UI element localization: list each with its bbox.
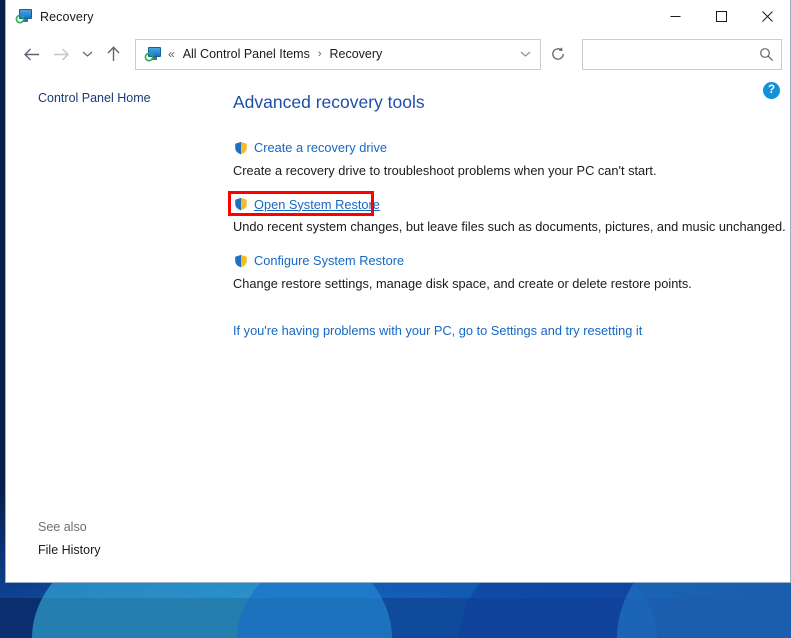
back-arrow-icon [23, 47, 40, 62]
title-bar: Recovery [6, 0, 790, 33]
task-configure-system-restore: Configure System Restore Change restore … [233, 252, 790, 291]
refresh-icon [550, 46, 566, 62]
forward-button[interactable] [46, 39, 76, 69]
task-link-row[interactable]: Configure System Restore [233, 252, 406, 269]
close-icon [762, 11, 773, 22]
breadcrumb[interactable]: « All Control Panel Items › Recovery [136, 45, 510, 63]
task-create-a-recovery-drive: Create a recovery drive Create a recover… [233, 139, 790, 178]
refresh-arrow-glyph [15, 14, 25, 24]
maximize-icon [716, 11, 727, 22]
task-link[interactable]: Open System Restore [254, 197, 380, 212]
minimize-button[interactable] [652, 0, 698, 33]
sidebar-item-control-panel-home[interactable]: Control Panel Home [6, 88, 228, 108]
search-input[interactable] [583, 47, 751, 61]
breadcrumb-item-recovery[interactable]: Recovery [327, 45, 386, 63]
task-description: Change restore settings, manage disk spa… [233, 276, 790, 291]
caption-buttons [652, 0, 790, 33]
close-button[interactable] [744, 0, 790, 33]
search-icon[interactable] [751, 47, 781, 62]
recovery-window: Recovery [5, 0, 791, 583]
magnifier-glyph [759, 47, 774, 62]
refresh-arrow-glyph [144, 52, 154, 62]
forward-arrow-icon [53, 47, 70, 62]
sidebar-item-file-history[interactable]: File History [6, 543, 228, 557]
chevron-down-icon [82, 50, 93, 58]
content-area: Control Panel Home See also File History… [6, 75, 790, 583]
task-open-system-restore: Open System Restore Undo recent system c… [233, 196, 790, 235]
chevron-down-icon [520, 50, 531, 58]
page-title: Advanced recovery tools [233, 92, 790, 113]
shield-icon [234, 141, 248, 155]
see-also-section: See also File History [6, 520, 228, 557]
task-description: Create a recovery drive to troubleshoot … [233, 163, 790, 178]
shield-icon [234, 254, 248, 268]
reset-pc-link[interactable]: If you're having problems with your PC, … [233, 323, 642, 338]
address-dropdown-button[interactable] [510, 40, 540, 69]
up-button[interactable] [98, 39, 128, 69]
see-also-label: See also [6, 520, 228, 543]
breadcrumb-separator[interactable]: › [313, 48, 327, 60]
task-link-row[interactable]: Open System Restore [233, 196, 382, 213]
task-link[interactable]: Create a recovery drive [254, 140, 387, 155]
window-title: Recovery [40, 10, 94, 24]
address-bar[interactable]: « All Control Panel Items › Recovery [135, 39, 541, 70]
shield-icon [234, 197, 248, 211]
search-box[interactable] [582, 39, 782, 70]
up-arrow-icon [106, 46, 121, 62]
refresh-button[interactable] [543, 40, 573, 69]
navigation-bar: « All Control Panel Items › Recovery [6, 33, 790, 75]
help-button[interactable]: ? [763, 82, 780, 99]
main-panel: ? Advanced recovery tools Create a recov… [228, 75, 790, 583]
task-description: Undo recent system changes, but leave fi… [233, 219, 790, 234]
breadcrumb-overflow[interactable]: « [165, 47, 180, 61]
breadcrumb-item-all-control-panel-items[interactable]: All Control Panel Items [180, 45, 313, 63]
address-bar-actions [510, 40, 540, 69]
sidebar: Control Panel Home See also File History [6, 75, 228, 583]
recovery-icon [15, 9, 32, 24]
maximize-button[interactable] [698, 0, 744, 33]
recent-locations-button[interactable] [76, 39, 98, 69]
task-link-row[interactable]: Create a recovery drive [233, 139, 389, 156]
breadcrumb-recovery-icon [144, 47, 161, 62]
minimize-icon [670, 11, 681, 22]
title-bar-left: Recovery [6, 9, 94, 24]
task-link[interactable]: Configure System Restore [254, 253, 404, 268]
back-button[interactable] [16, 39, 46, 69]
